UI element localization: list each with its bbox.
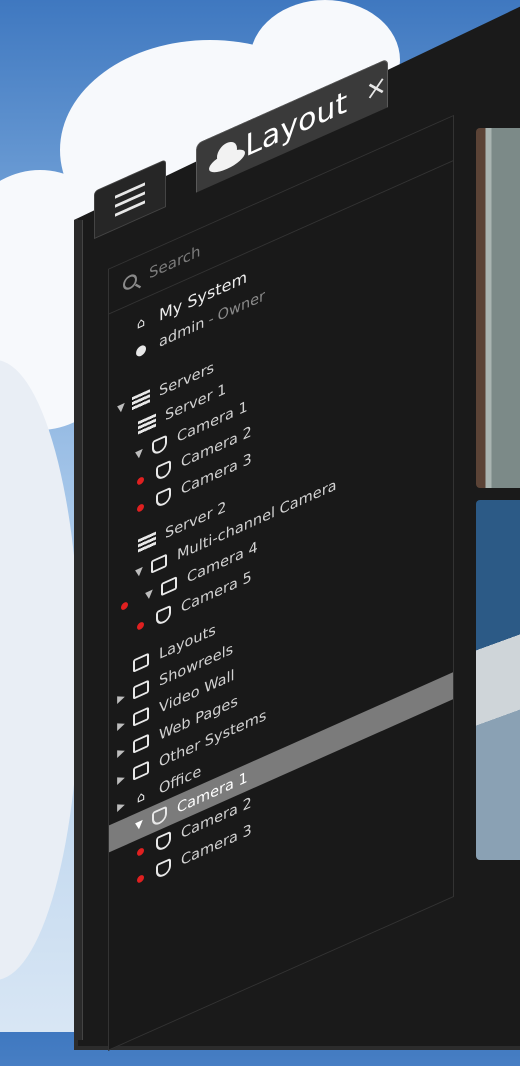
recording-indicator [137,846,144,857]
user-icon: ● [135,340,147,361]
camera-icon [153,603,173,628]
collapse-icon[interactable]: ▼ [133,446,145,462]
camera-icon [159,574,179,599]
expand-icon[interactable] [115,669,127,674]
collapse-icon[interactable]: ▼ [133,817,145,833]
camera-icon [153,856,173,881]
system-home-icon: ⌂ [136,314,146,334]
server-icon [137,530,157,555]
recording-indicator [137,873,144,884]
recording-indicator [121,600,128,612]
cloud-icon [207,137,245,178]
collapse-icon[interactable]: ▼ [115,400,127,416]
camera-icon [153,458,173,483]
expand-icon[interactable]: ▶ [115,771,127,787]
collapse-icon[interactable]: ▼ [143,587,155,603]
expand-icon[interactable]: ▶ [115,717,127,733]
camera-icon [149,433,169,458]
office-system-icon: ⌂ [136,788,146,808]
tab-label: Layout [245,83,348,165]
server-icon [137,412,157,437]
collapse-icon[interactable]: ▼ [133,564,145,580]
layouts-icon [131,650,151,675]
main-menu-button[interactable] [94,159,166,240]
recording-indicator [137,502,144,513]
resource-panel-area: Layout × Search ⌂ My System ● admin - Ow… [92,6,454,1066]
camera-preview-bottom[interactable] [476,500,520,860]
web-pages-icon [131,731,151,756]
app-window: Layout × Search ⌂ My System ● admin - Ow… [0,0,520,1051]
expand-icon[interactable]: ▶ [115,798,127,814]
camera-preview-top[interactable] [476,128,520,488]
servers-icon [131,387,151,412]
expand-icon[interactable]: ▶ [115,690,127,706]
search-placeholder: Search [149,241,201,283]
showreels-icon [131,677,151,702]
camera-icon [149,804,169,829]
camera-icon [153,829,173,854]
close-icon[interactable]: × [365,69,387,109]
recording-indicator [137,620,144,631]
search-icon [123,271,137,293]
resource-tree-panel: Search ⌂ My System ● admin - Owner ▼ Ser… [108,114,454,1051]
expand-icon[interactable]: ▶ [115,744,127,760]
hamburger-icon [115,176,145,222]
camera-icon [153,485,173,510]
recording-indicator [137,475,144,486]
user-separator: - [208,310,214,329]
multichannel-camera-icon [149,551,169,576]
other-systems-icon [131,758,151,783]
video-wall-icon [131,704,151,729]
monitor-bezel [74,220,83,1040]
